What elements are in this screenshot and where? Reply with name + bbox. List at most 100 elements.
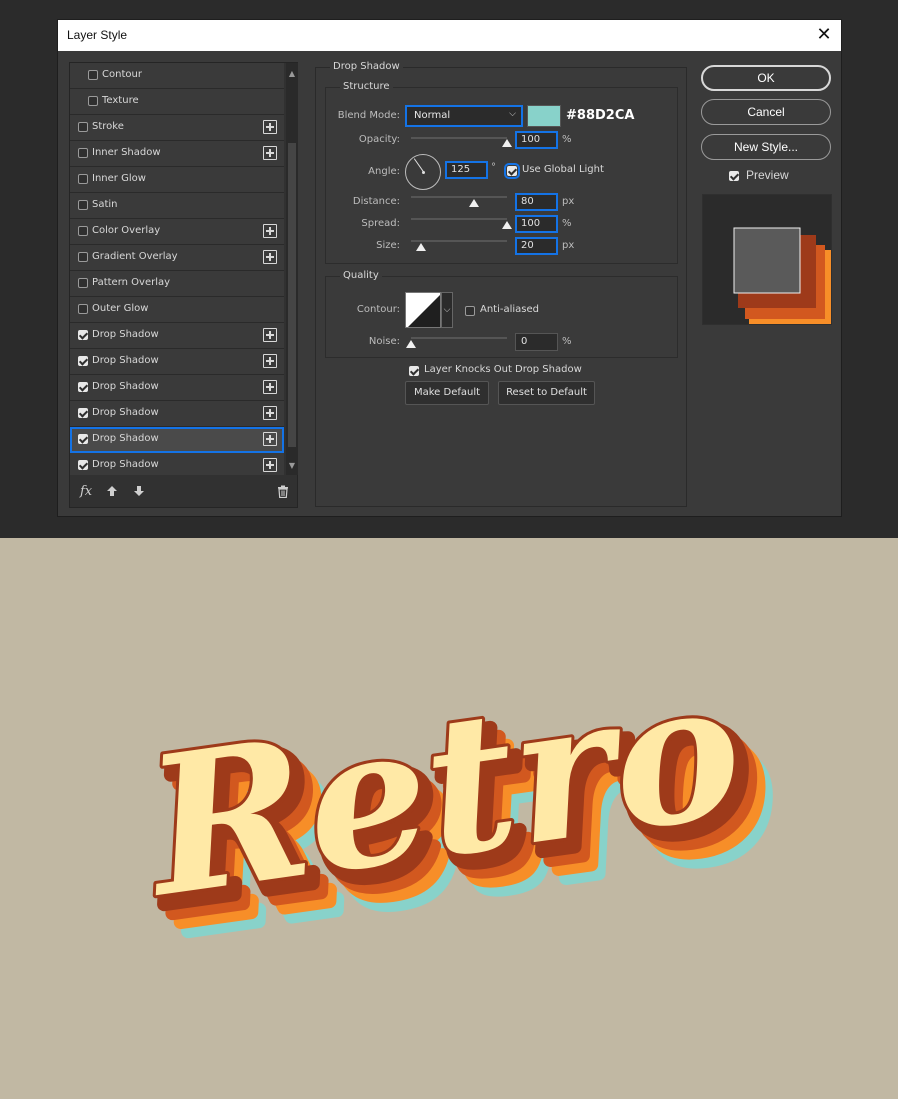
scroll-thumb[interactable] — [288, 143, 296, 447]
styles-toolbar: fx — [70, 477, 297, 507]
spread-unit: % — [562, 218, 572, 229]
cancel-button[interactable]: Cancel — [701, 99, 831, 125]
fx-icon[interactable]: fx — [80, 485, 92, 499]
spread-slider-thumb[interactable] — [502, 221, 512, 229]
style-checkbox[interactable] — [78, 382, 88, 392]
style-row-drop-shadow[interactable]: Drop Shadow — [70, 349, 284, 375]
angle-input[interactable]: 125 — [445, 161, 488, 179]
size-slider-track[interactable] — [411, 240, 507, 242]
style-row-drop-shadow[interactable]: Drop Shadow — [70, 453, 284, 475]
opacity-slider-track[interactable] — [411, 137, 507, 139]
noise-slider-track[interactable] — [411, 337, 507, 339]
size-slider-thumb[interactable] — [415, 243, 426, 251]
preview-swatch-graphic — [733, 227, 831, 324]
add-style-icon[interactable] — [263, 146, 277, 160]
style-row-drop-shadow[interactable]: Drop Shadow — [70, 323, 284, 349]
style-row-drop-shadow[interactable]: Drop Shadow — [70, 427, 284, 453]
anti-aliased-checkbox[interactable] — [465, 306, 475, 316]
contour-label: Contour: — [356, 304, 400, 315]
add-style-icon[interactable] — [263, 250, 277, 264]
add-style-icon[interactable] — [263, 224, 277, 238]
style-row-pattern-overlay[interactable]: Pattern Overlay — [70, 271, 284, 297]
arrow-down-icon[interactable] — [133, 485, 145, 501]
close-icon[interactable]: ✕ — [813, 23, 835, 47]
style-row-color-overlay[interactable]: Color Overlay — [70, 219, 284, 245]
style-checkbox[interactable] — [78, 122, 88, 132]
style-checkbox[interactable] — [78, 226, 88, 236]
style-checkbox[interactable] — [78, 252, 88, 262]
noise-input[interactable]: 0 — [515, 333, 558, 351]
spread-slider-track[interactable] — [411, 218, 507, 220]
arrow-up-icon[interactable] — [106, 485, 118, 501]
ok-button[interactable]: OK — [701, 65, 831, 91]
styles-list: Contour Texture Stroke Inner Shadow Inner Gl… — [70, 63, 286, 475]
reset-to-default-button[interactable]: Reset to Default — [498, 381, 595, 405]
style-row-texture[interactable]: Texture — [70, 89, 284, 115]
style-row-drop-shadow[interactable]: Drop Shadow — [70, 375, 284, 401]
angle-dial[interactable] — [405, 154, 441, 190]
style-label: Gradient Overlay — [92, 251, 178, 262]
add-style-icon[interactable] — [263, 354, 277, 368]
distance-slider-thumb[interactable] — [469, 199, 480, 207]
style-checkbox[interactable] — [88, 96, 98, 106]
opacity-slider-thumb[interactable] — [502, 139, 512, 147]
style-checkbox[interactable] — [78, 460, 88, 470]
add-style-icon[interactable] — [263, 458, 277, 472]
spread-label: Spread: — [361, 218, 400, 229]
style-row-contour[interactable]: Contour — [70, 63, 284, 89]
knockout-checkbox[interactable] — [409, 366, 419, 376]
style-row-inner-glow[interactable]: Inner Glow — [70, 167, 284, 193]
scroll-up-icon[interactable]: ▲ — [288, 69, 296, 79]
opacity-label: Opacity: — [358, 134, 400, 145]
scroll-down-icon[interactable]: ▼ — [288, 461, 296, 471]
add-style-icon[interactable] — [263, 406, 277, 420]
style-row-drop-shadow[interactable]: Drop Shadow — [70, 401, 284, 427]
noise-slider-thumb[interactable] — [406, 340, 416, 348]
style-checkbox[interactable] — [78, 356, 88, 366]
distance-input[interactable]: 80 — [515, 193, 558, 211]
style-preview-thumbnail — [702, 194, 832, 325]
style-label: Drop Shadow — [92, 355, 159, 366]
make-default-button[interactable]: Make Default — [405, 381, 489, 405]
style-row-outer-glow[interactable]: Outer Glow — [70, 297, 284, 323]
style-label: Inner Shadow — [92, 147, 161, 158]
style-checkbox[interactable] — [78, 174, 88, 184]
angle-label: Angle: — [368, 166, 400, 177]
new-style-button[interactable]: New Style... — [701, 134, 831, 160]
trash-icon[interactable] — [277, 485, 289, 502]
anti-aliased-label: Anti-aliased — [480, 304, 540, 315]
blend-mode-select[interactable]: Normal ⌵ — [405, 105, 523, 127]
preview-label: Preview — [746, 168, 789, 182]
size-unit: px — [562, 240, 575, 251]
style-row-satin[interactable]: Satin — [70, 193, 284, 219]
contour-picker[interactable] — [405, 292, 441, 328]
use-global-light-checkbox[interactable] — [504, 163, 520, 179]
style-row-stroke[interactable]: Stroke — [70, 115, 284, 141]
add-style-icon[interactable] — [263, 328, 277, 342]
style-label: Drop Shadow — [92, 433, 159, 444]
style-row-gradient-overlay[interactable]: Gradient Overlay — [70, 245, 284, 271]
shadow-color-swatch[interactable] — [527, 105, 561, 127]
style-row-inner-shadow[interactable]: Inner Shadow — [70, 141, 284, 167]
styles-scrollbar[interactable]: ▲ ▼ — [286, 63, 298, 475]
style-checkbox[interactable] — [78, 304, 88, 314]
style-checkbox[interactable] — [78, 200, 88, 210]
contour-dropdown[interactable]: ⌵ — [441, 292, 453, 328]
distance-slider-track[interactable] — [411, 196, 507, 198]
add-style-icon[interactable] — [263, 432, 277, 446]
style-checkbox[interactable] — [78, 434, 88, 444]
preview-checkbox[interactable] — [729, 171, 739, 181]
style-label: Stroke — [92, 121, 124, 132]
opacity-input[interactable]: 100 — [515, 131, 558, 149]
spread-input[interactable]: 100 — [515, 215, 558, 233]
style-label: Contour — [102, 69, 142, 80]
style-checkbox[interactable] — [78, 278, 88, 288]
add-style-icon[interactable] — [263, 380, 277, 394]
style-checkbox[interactable] — [78, 408, 88, 418]
size-input[interactable]: 20 — [515, 237, 558, 255]
angle-dial-center — [422, 171, 425, 174]
style-checkbox[interactable] — [88, 70, 98, 80]
style-checkbox[interactable] — [78, 330, 88, 340]
add-style-icon[interactable] — [263, 120, 277, 134]
style-checkbox[interactable] — [78, 148, 88, 158]
